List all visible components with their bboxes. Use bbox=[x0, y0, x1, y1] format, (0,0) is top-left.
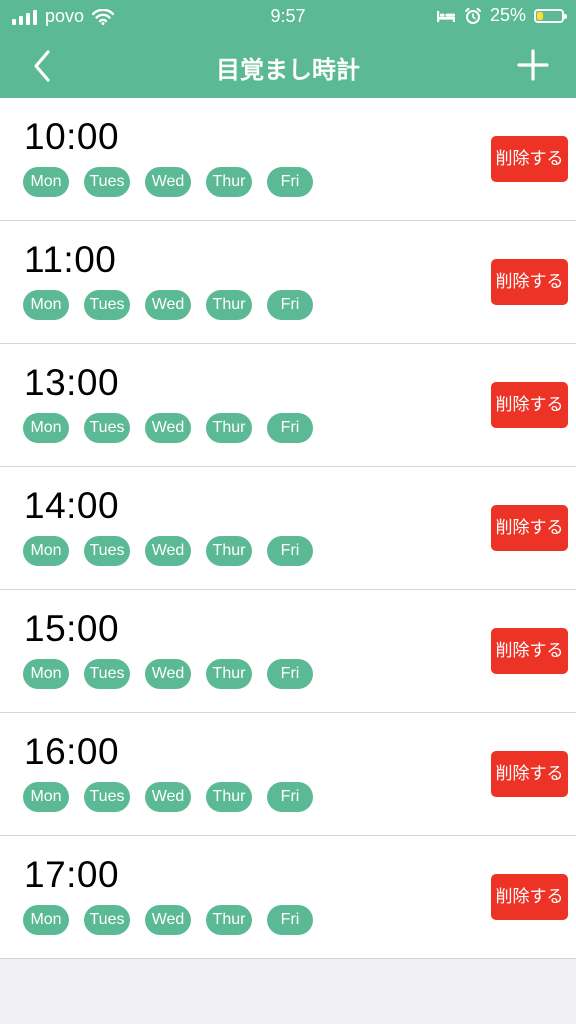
alarm-row[interactable]: 15:00 Mon Tues Wed Thur Fri 削除する bbox=[0, 590, 576, 713]
day-chip: Wed bbox=[145, 290, 191, 320]
sleep-bed-icon bbox=[436, 10, 455, 22]
status-right: 25% bbox=[436, 5, 567, 26]
day-chip: Fri bbox=[267, 782, 313, 812]
alarm-clock-icon bbox=[464, 7, 481, 24]
day-chip: Tues bbox=[84, 290, 130, 320]
day-chip: Thur bbox=[206, 413, 252, 443]
day-chip: Mon bbox=[23, 782, 69, 812]
day-chip: Tues bbox=[84, 905, 130, 935]
day-chip: Mon bbox=[23, 167, 69, 197]
day-chip: Tues bbox=[84, 167, 130, 197]
delete-button[interactable]: 削除する bbox=[491, 136, 568, 182]
day-chip: Wed bbox=[145, 905, 191, 935]
day-chip: Mon bbox=[23, 413, 69, 443]
alarm-days: Mon Tues Wed Thur Fri bbox=[23, 167, 313, 197]
alarm-list: 10:00 Mon Tues Wed Thur Fri 削除する 11:00 Mon Tues We… bbox=[0, 98, 576, 959]
day-chip: Fri bbox=[267, 290, 313, 320]
battery-percent: 25% bbox=[489, 5, 526, 25]
alarm-days: Mon Tues Wed Thur Fri bbox=[23, 536, 313, 566]
alarm-row[interactable]: 17:00 Mon Tues Wed Thur Fri 削除する bbox=[0, 836, 576, 959]
day-chip: Mon bbox=[23, 905, 69, 935]
alarm-row[interactable]: 13:00 Mon Tues Wed Thur Fri 削除する bbox=[0, 344, 576, 467]
delete-button[interactable]: 削除する bbox=[491, 628, 568, 674]
delete-button[interactable]: 削除する bbox=[491, 751, 568, 797]
day-chip: Mon bbox=[23, 536, 69, 566]
delete-button[interactable]: 削除する bbox=[491, 505, 568, 551]
delete-button[interactable]: 削除する bbox=[491, 259, 568, 305]
delete-button[interactable]: 削除する bbox=[491, 382, 568, 428]
delete-button[interactable]: 削除する bbox=[491, 874, 568, 920]
alarm-row[interactable]: 14:00 Mon Tues Wed Thur Fri 削除する bbox=[0, 467, 576, 590]
alarm-time: 10:00 bbox=[24, 116, 120, 157]
day-chip: Thur bbox=[206, 659, 252, 689]
day-chip: Thur bbox=[206, 167, 252, 197]
day-chip: Mon bbox=[23, 659, 69, 689]
alarm-time: 17:00 bbox=[24, 854, 120, 895]
battery-icon bbox=[534, 8, 567, 23]
day-chip: Tues bbox=[84, 659, 130, 689]
day-chip: Wed bbox=[145, 167, 191, 197]
day-chip: Wed bbox=[145, 536, 191, 566]
day-chip: Fri bbox=[267, 905, 313, 935]
alarm-time: 14:00 bbox=[24, 485, 120, 526]
alarm-row[interactable]: 10:00 Mon Tues Wed Thur Fri 削除する bbox=[0, 98, 576, 221]
alarm-time: 13:00 bbox=[24, 362, 120, 403]
day-chip: Fri bbox=[267, 413, 313, 443]
alarm-days: Mon Tues Wed Thur Fri bbox=[23, 659, 313, 689]
day-chip: Thur bbox=[206, 905, 252, 935]
status-bar: povo 9:57 25% bbox=[0, 0, 576, 34]
day-chip: Tues bbox=[84, 536, 130, 566]
alarm-days: Mon Tues Wed Thur Fri bbox=[23, 905, 313, 935]
alarm-time: 11:00 bbox=[24, 239, 117, 280]
day-chip: Fri bbox=[267, 659, 313, 689]
navigation-bar: 目覚まし時計 bbox=[0, 34, 576, 98]
day-chip: Fri bbox=[267, 167, 313, 197]
day-chip: Thur bbox=[206, 782, 252, 812]
battery-level bbox=[537, 11, 543, 20]
alarm-days: Mon Tues Wed Thur Fri bbox=[23, 290, 313, 320]
alarm-row[interactable]: 16:00 Mon Tues Wed Thur Fri 削除する bbox=[0, 713, 576, 836]
day-chip: Thur bbox=[206, 536, 252, 566]
day-chip: Wed bbox=[145, 659, 191, 689]
plus-icon[interactable] bbox=[516, 48, 550, 82]
day-chip: Tues bbox=[84, 782, 130, 812]
day-chip: Thur bbox=[206, 290, 252, 320]
day-chip: Wed bbox=[145, 782, 191, 812]
alarm-days: Mon Tues Wed Thur Fri bbox=[23, 413, 313, 443]
page-title: 目覚まし時計 bbox=[216, 57, 360, 84]
alarm-row[interactable]: 11:00 Mon Tues Wed Thur Fri 削除する bbox=[0, 221, 576, 344]
day-chip: Tues bbox=[84, 413, 130, 443]
day-chip: Fri bbox=[267, 536, 313, 566]
alarm-time: 15:00 bbox=[24, 608, 120, 649]
alarm-days: Mon Tues Wed Thur Fri bbox=[23, 782, 313, 812]
day-chip: Mon bbox=[23, 290, 69, 320]
alarm-time: 16:00 bbox=[24, 731, 120, 772]
top-bar: povo 9:57 25% 目覚まし時計 bbox=[0, 0, 576, 98]
day-chip: Wed bbox=[145, 413, 191, 443]
